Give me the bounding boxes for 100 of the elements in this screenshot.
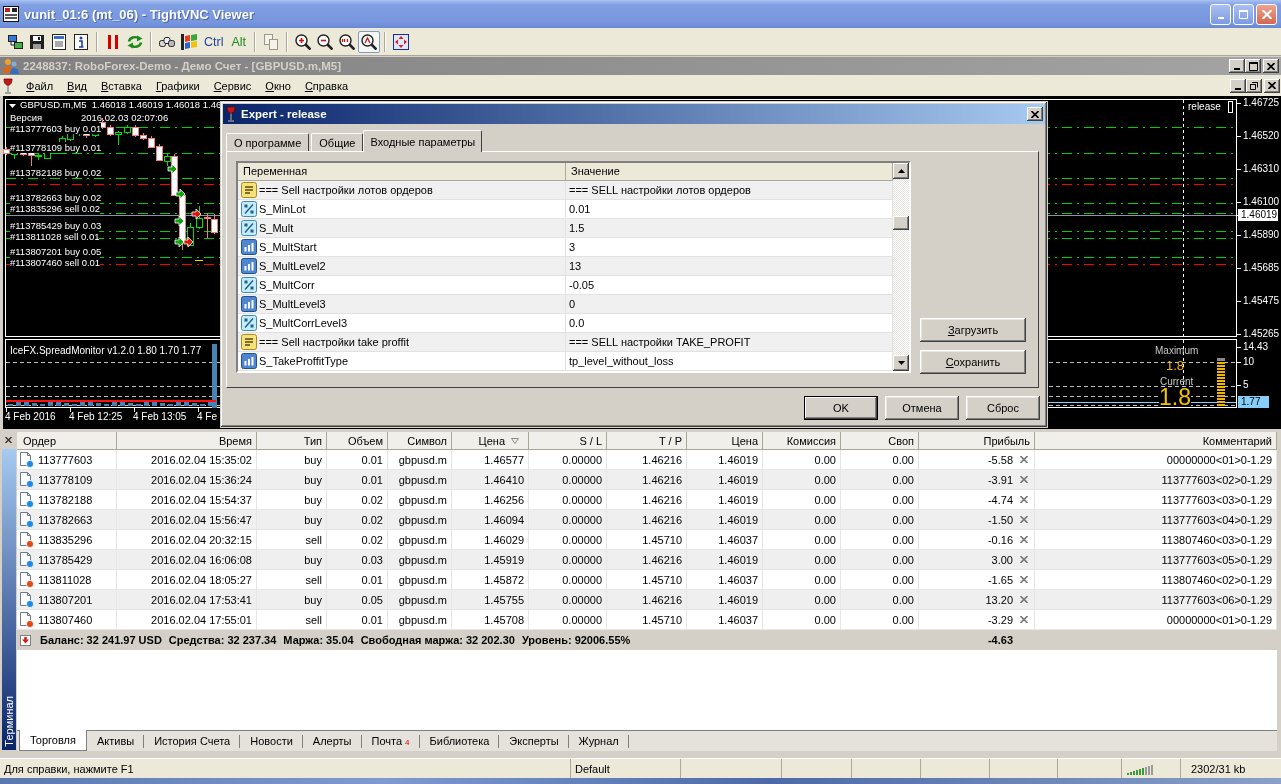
table-cell: -5.58 <box>987 453 1013 466</box>
restore-button[interactable] <box>1246 78 1262 93</box>
table-cell: 1.45919 <box>452 550 529 570</box>
order-icon <box>20 451 34 468</box>
key-toggle-button[interactable]: Ctrl <box>200 30 228 53</box>
column-header[interactable]: Время <box>117 432 257 450</box>
column-header[interactable]: S / L <box>529 432 607 450</box>
dialog-button[interactable]: Сохранить <box>920 350 1026 374</box>
column-header[interactable]: Символ <box>388 432 452 450</box>
indicator-title: IceFX.SpreadMonitor v1.2.0 1.80 1.70 1.77 <box>10 345 202 357</box>
minimize-button[interactable] <box>1230 78 1246 93</box>
column-header[interactable]: Тип <box>257 432 327 450</box>
column-header[interactable]: Своп <box>841 432 919 450</box>
string-param-icon <box>241 334 257 350</box>
table-cell: 0.02 <box>327 510 388 530</box>
scroll-down-button[interactable] <box>893 355 909 371</box>
close-order-button[interactable] <box>1020 496 1028 503</box>
close-order-button[interactable] <box>1020 616 1028 623</box>
parameter-value: 0.0 <box>569 317 585 329</box>
dialog-title: Expert - release <box>241 108 327 120</box>
stop-marker <box>194 260 204 261</box>
parameter-name: S_MinLot <box>259 203 306 215</box>
tab[interactable]: Входные параметры <box>363 130 483 152</box>
menu-item[interactable]: Графики <box>148 77 207 94</box>
dialog-button[interactable]: OK <box>804 396 878 420</box>
scroll-up-button[interactable] <box>893 163 909 179</box>
price-label: 1.46100 <box>1243 196 1280 208</box>
column-header[interactable]: Объем <box>327 432 388 450</box>
close-icon <box>1020 536 1028 543</box>
double-param-icon <box>241 220 257 236</box>
menu-item[interactable]: Справка <box>297 77 356 94</box>
keys-icon <box>159 35 175 48</box>
panel-title: Терминал <box>2 695 15 749</box>
column-header[interactable]: Ордер <box>17 432 117 450</box>
menu-item[interactable]: Вставка <box>94 77 149 94</box>
minimize-button[interactable] <box>1229 59 1245 73</box>
close-order-button[interactable] <box>1020 476 1028 483</box>
tab[interactable]: О программе <box>226 133 310 151</box>
table-cell: 0.00 <box>763 510 841 530</box>
info-icon <box>74 33 88 50</box>
close-order-button[interactable] <box>1020 596 1028 603</box>
close-order-button[interactable] <box>1020 456 1028 463</box>
close-order-button[interactable] <box>1020 516 1028 523</box>
table-cell: 1.46216 <box>607 470 687 490</box>
dialog-button[interactable]: Загрузить <box>920 318 1026 342</box>
parameter-name: S_MultLevel3 <box>259 298 326 310</box>
maximize-button[interactable] <box>1245 59 1261 73</box>
price-label: 1.46310 <box>1243 163 1280 175</box>
table-cell: 2016.02.04 15:56:47 <box>117 510 257 530</box>
menu-item[interactable]: Сервис <box>206 77 259 94</box>
traffic-counter: 2302/31 kb <box>1191 762 1246 775</box>
profile-name: Default <box>575 762 610 775</box>
maximize-icon <box>1239 9 1248 19</box>
dialog-button[interactable]: Сброс <box>966 396 1040 420</box>
caret-icon[interactable] <box>9 104 16 108</box>
scrollbar-thumb[interactable] <box>893 216 909 230</box>
tab[interactable]: Торговля <box>19 730 87 751</box>
table-cell: 1.46019 <box>687 550 763 570</box>
column-header[interactable]: Цена <box>452 432 529 450</box>
order-icon <box>20 551 34 568</box>
column-header[interactable]: Значение <box>566 163 893 181</box>
tab[interactable]: Общие <box>311 133 364 151</box>
table-cell: 113811028 <box>38 573 92 586</box>
menu-item[interactable]: Окно <box>258 77 298 94</box>
menu-item[interactable]: Файл <box>19 77 61 94</box>
close-order-button[interactable] <box>1020 536 1028 543</box>
price-label: 1.46520 <box>1243 130 1280 142</box>
column-header[interactable]: Переменная <box>238 163 566 181</box>
table-cell: -4.74 <box>987 493 1013 506</box>
column-header[interactable]: Прибыль <box>919 432 1035 450</box>
scrollbar[interactable] <box>893 163 909 371</box>
window-title: 2248837: RoboForex-Demo - Демо Счет - [GBPUSD.m,M5] <box>23 60 342 72</box>
people-icon <box>3 58 19 74</box>
table-cell: 1.46019 <box>687 510 763 530</box>
column-header[interactable]: Цена <box>687 432 763 450</box>
column-header[interactable]: Комиссия <box>763 432 841 450</box>
time-label: 4 Feb 12:25 <box>69 411 123 423</box>
maximize-icon <box>1248 61 1258 71</box>
table-cell: 2016.02.04 16:06:08 <box>117 550 257 570</box>
order-icon <box>20 511 34 528</box>
close-order-button[interactable] <box>1020 556 1028 563</box>
dialog-button[interactable]: Отмена <box>885 396 959 420</box>
column-header[interactable]: T / P <box>607 432 687 450</box>
table-cell: 0.00 <box>763 470 841 490</box>
close-button[interactable] <box>3 434 14 445</box>
table-cell: gbpusd.m <box>388 590 452 610</box>
close-order-button[interactable] <box>1020 576 1028 583</box>
table-cell: 0.00 <box>841 550 919 570</box>
parameter-name: === Sell настройки лотов ордеров <box>259 184 433 196</box>
menu-item[interactable]: Вид <box>60 77 94 94</box>
close-button[interactable] <box>1027 107 1043 121</box>
column-header[interactable]: Комментарий <box>1035 432 1277 450</box>
key-toggle-button[interactable]: Alt <box>227 30 251 53</box>
close-button[interactable] <box>1264 78 1280 93</box>
parameter-value: -0.05 <box>569 279 595 291</box>
pause-icon <box>108 34 118 49</box>
parameter-value: 13 <box>569 260 582 272</box>
close-button[interactable] <box>1263 59 1279 73</box>
zoom-fit-button[interactable] <box>358 30 381 53</box>
close-icon <box>1261 9 1272 19</box>
